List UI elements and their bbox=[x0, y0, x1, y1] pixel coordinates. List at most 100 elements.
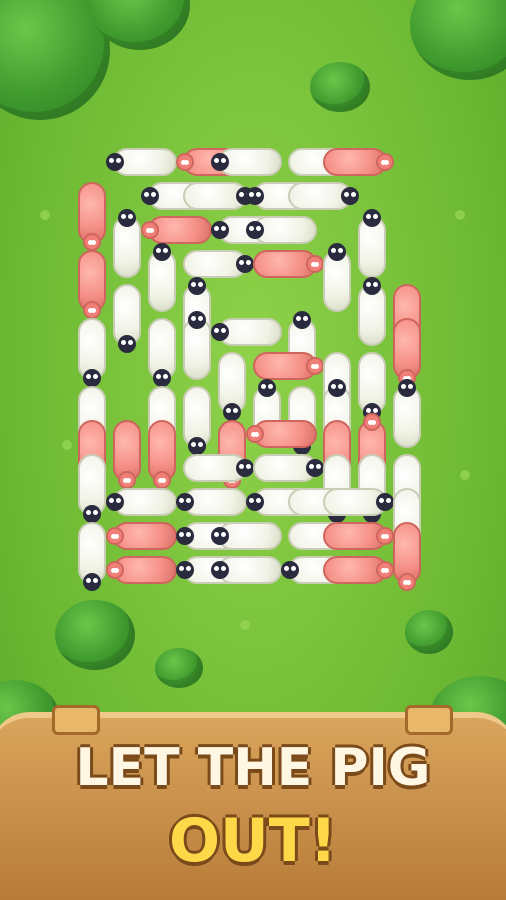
pig-piece[interactable] bbox=[148, 420, 176, 489]
eye-icon bbox=[186, 498, 191, 503]
eye-icon bbox=[254, 432, 259, 437]
eye-icon bbox=[344, 192, 349, 197]
sheep-head-icon bbox=[176, 561, 194, 579]
sheep-head-icon bbox=[293, 311, 311, 329]
sheep-head-icon bbox=[211, 153, 229, 171]
eye-icon bbox=[239, 464, 244, 469]
sheep-piece[interactable] bbox=[358, 277, 386, 346]
eye-icon bbox=[221, 532, 226, 537]
eye-icon bbox=[191, 442, 196, 447]
eye-icon bbox=[331, 384, 336, 389]
sheep-piece[interactable] bbox=[148, 243, 176, 312]
eye-icon bbox=[314, 364, 319, 369]
pig-piece[interactable] bbox=[253, 352, 324, 380]
eye-icon bbox=[214, 158, 219, 163]
sheep-piece[interactable] bbox=[113, 209, 141, 278]
eye-icon bbox=[366, 214, 371, 219]
eye-icon bbox=[351, 192, 356, 197]
sheep-head-icon bbox=[246, 493, 264, 511]
sign-peg-left bbox=[52, 705, 100, 735]
pig-piece[interactable] bbox=[393, 522, 421, 591]
eye-icon bbox=[91, 308, 96, 313]
sheep-piece[interactable] bbox=[323, 243, 351, 312]
pig-piece[interactable] bbox=[106, 556, 177, 584]
pig-head-icon bbox=[398, 573, 416, 591]
sheep-head-icon bbox=[118, 209, 136, 227]
pig-piece[interactable] bbox=[393, 318, 421, 387]
eye-icon bbox=[249, 498, 254, 503]
sheep-head-icon bbox=[328, 379, 346, 397]
eye-icon bbox=[249, 226, 254, 231]
sheep-head-icon bbox=[83, 505, 101, 523]
sheep-piece[interactable] bbox=[176, 488, 247, 516]
eye-icon bbox=[156, 248, 161, 253]
sheep-piece[interactable] bbox=[358, 352, 386, 421]
title-line-1: LET THE PIG bbox=[75, 738, 431, 798]
pig-head-icon bbox=[83, 301, 101, 319]
sheep-piece[interactable] bbox=[183, 386, 211, 455]
pig-piece[interactable] bbox=[323, 148, 394, 176]
sheep-piece[interactable] bbox=[183, 250, 254, 278]
sign-peg-right bbox=[405, 705, 453, 735]
pig-piece[interactable] bbox=[141, 216, 212, 244]
pig-head-icon bbox=[106, 561, 124, 579]
sheep-piece[interactable] bbox=[106, 148, 177, 176]
sheep-piece[interactable] bbox=[323, 488, 394, 516]
pig-piece[interactable] bbox=[78, 250, 106, 319]
sheep-piece[interactable] bbox=[358, 209, 386, 278]
sheep-piece[interactable] bbox=[106, 488, 177, 516]
eye-icon bbox=[384, 160, 389, 165]
eye-icon bbox=[371, 420, 376, 425]
eye-icon bbox=[161, 478, 166, 483]
sheep-piece[interactable] bbox=[78, 522, 106, 591]
pig-piece[interactable] bbox=[78, 182, 106, 251]
eye-icon bbox=[116, 498, 121, 503]
eye-icon bbox=[144, 192, 149, 197]
sheep-piece[interactable] bbox=[183, 311, 211, 380]
pig-head-icon bbox=[306, 255, 324, 273]
eye-icon bbox=[163, 248, 168, 253]
sheep-head-icon bbox=[211, 527, 229, 545]
sheep-head-icon bbox=[211, 561, 229, 579]
sheep-piece[interactable] bbox=[183, 182, 254, 210]
sheep-piece[interactable] bbox=[183, 454, 254, 482]
pig-piece[interactable] bbox=[246, 420, 317, 448]
pig-head-icon bbox=[246, 425, 264, 443]
sheep-piece[interactable] bbox=[246, 216, 317, 244]
clover-decoration bbox=[62, 440, 72, 450]
sheep-piece[interactable] bbox=[211, 148, 282, 176]
sheep-piece[interactable] bbox=[211, 522, 282, 550]
sheep-piece[interactable] bbox=[78, 454, 106, 523]
pig-piece[interactable] bbox=[106, 522, 177, 550]
eye-icon bbox=[214, 566, 219, 571]
sheep-piece[interactable] bbox=[211, 556, 282, 584]
sheep-head-icon bbox=[211, 323, 229, 341]
pig-piece[interactable] bbox=[323, 522, 394, 550]
pig-head-icon bbox=[176, 153, 194, 171]
sheep-piece[interactable] bbox=[218, 352, 246, 421]
eye-icon bbox=[296, 316, 301, 321]
pig-piece[interactable] bbox=[323, 556, 394, 584]
sheep-piece[interactable] bbox=[113, 284, 141, 353]
sheep-piece[interactable] bbox=[211, 318, 282, 346]
eye-icon bbox=[233, 408, 238, 413]
sheep-piece[interactable] bbox=[393, 379, 421, 448]
pig-head-icon bbox=[141, 221, 159, 239]
eye-icon bbox=[149, 228, 154, 233]
eye-icon bbox=[163, 374, 168, 379]
eye-icon bbox=[256, 498, 261, 503]
sheep-head-icon bbox=[376, 493, 394, 511]
sheep-head-icon bbox=[176, 493, 194, 511]
sheep-piece[interactable] bbox=[148, 318, 176, 387]
sheep-piece[interactable] bbox=[288, 182, 359, 210]
sheep-piece[interactable] bbox=[253, 454, 324, 482]
pig-piece[interactable] bbox=[253, 250, 324, 278]
sheep-piece[interactable] bbox=[78, 318, 106, 387]
sheep-head-icon bbox=[223, 403, 241, 421]
sheep-head-icon bbox=[83, 369, 101, 387]
pig-piece[interactable] bbox=[113, 420, 141, 489]
bush-top-right bbox=[410, 0, 506, 80]
eye-icon bbox=[179, 498, 184, 503]
sheep-head-icon bbox=[106, 153, 124, 171]
sheep-head-icon bbox=[188, 311, 206, 329]
